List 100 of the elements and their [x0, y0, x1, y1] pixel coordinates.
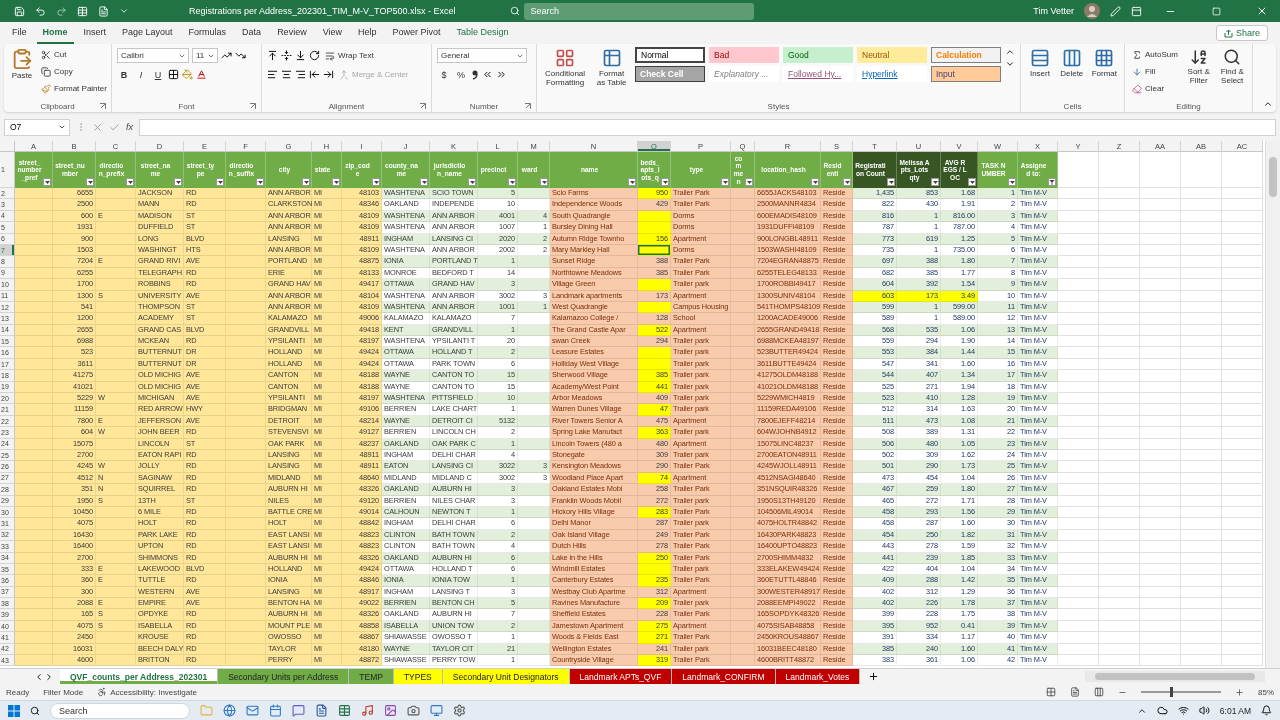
music-icon[interactable] [361, 704, 374, 717]
cells-button[interactable]: Format [1089, 47, 1119, 79]
align-right-icon[interactable] [295, 69, 306, 80]
sheet-tab[interactable]: Landmark_Votes [775, 669, 861, 684]
filter-button[interactable] [174, 178, 182, 186]
cells-button[interactable]: Delete [1057, 47, 1086, 79]
grow-font-icon[interactable] [221, 50, 232, 61]
italic-button[interactable]: I [134, 67, 148, 82]
underline-button[interactable]: U [151, 67, 165, 82]
filter-button[interactable] [86, 178, 94, 186]
cell-style-option[interactable]: Bad [709, 47, 779, 63]
shrink-font-icon[interactable] [235, 50, 246, 61]
sheet-tab[interactable]: Landmark APTs_QVF [569, 669, 673, 684]
sheet-tab[interactable]: Landmark_CONFIRM [672, 669, 776, 684]
ribbon-tab[interactable]: File [6, 22, 33, 44]
cell-style-option[interactable]: Input [931, 66, 1001, 82]
filter-button[interactable] [540, 178, 548, 186]
filter-button[interactable] [420, 178, 428, 186]
cells-button[interactable]: Insert [1026, 47, 1054, 79]
share-button[interactable]: Share [1215, 25, 1268, 41]
sheet-tab[interactable]: TEMP [349, 669, 394, 684]
redo-icon[interactable] [56, 5, 67, 17]
chevron-down-icon[interactable] [119, 6, 129, 16]
gear-icon[interactable] [453, 704, 466, 717]
cell-style-option[interactable]: Hyperlink [857, 66, 927, 82]
chevron-up-icon[interactable] [1005, 47, 1015, 57]
filter-button[interactable] [745, 178, 753, 186]
paste-button[interactable]: Paste [9, 47, 35, 81]
ribbon-display-icon[interactable] [1131, 5, 1142, 17]
ribbon-tab[interactable]: Help [352, 22, 383, 44]
zoom-thumb[interactable] [1169, 687, 1173, 697]
increase-indent-icon[interactable] [323, 69, 334, 80]
orientation-icon[interactable] [309, 50, 320, 61]
speaker-icon[interactable] [1198, 705, 1210, 716]
filter-button[interactable] [628, 178, 636, 186]
font-color-icon[interactable] [196, 69, 207, 80]
filter-button[interactable] [372, 178, 380, 186]
image-icon[interactable] [384, 704, 397, 717]
monitor-icon[interactable] [430, 704, 443, 717]
dialog-launcher-icon[interactable] [525, 103, 531, 109]
avatar-icon[interactable] [1084, 3, 1100, 19]
autosum-button[interactable]: AutoSum [1130, 47, 1180, 62]
undo-icon[interactable] [35, 5, 46, 17]
taskbar-search-field[interactable]: Search [50, 702, 190, 719]
chat-icon[interactable] [292, 704, 305, 717]
ribbon-tab[interactable]: Formulas [182, 22, 233, 44]
filter-button[interactable] [721, 178, 729, 186]
accessibility-status[interactable]: Accessibility: Investigate [110, 687, 197, 697]
align-middle-icon[interactable] [281, 50, 292, 61]
ribbon-tab[interactable]: Insert [77, 22, 113, 44]
formula-field[interactable] [139, 118, 1276, 136]
filter-button[interactable] [43, 178, 51, 186]
percent-button[interactable]: % [454, 67, 468, 82]
filter-button[interactable] [332, 178, 340, 186]
ribbon-tab[interactable]: Review [271, 22, 313, 44]
mail-icon[interactable] [246, 704, 259, 717]
ribbon-tab[interactable]: Power Pivot [386, 22, 447, 44]
align-bottom-icon[interactable] [295, 50, 306, 61]
wrap-text-button[interactable]: Wrap Text [323, 48, 376, 63]
format-painter-button[interactable]: Format Painter [39, 81, 109, 96]
start-icon[interactable] [8, 704, 20, 717]
insert-function-button[interactable]: fx [126, 122, 133, 132]
add-sheet-icon[interactable] [868, 671, 880, 682]
filter-button[interactable] [661, 178, 669, 186]
previous-sheet-icon[interactable] [34, 671, 44, 682]
filter-button[interactable] [1008, 178, 1016, 186]
calendar-icon[interactable] [269, 704, 282, 717]
copy-button[interactable]: Copy [39, 64, 109, 79]
dialog-launcher-icon[interactable] [100, 103, 106, 109]
filter-button[interactable] [968, 178, 976, 186]
name-box[interactable]: O7 [4, 118, 70, 136]
page-layout-icon[interactable] [1070, 687, 1080, 697]
filter-button[interactable] [811, 178, 819, 186]
double-chevron-right-icon[interactable] [496, 69, 507, 80]
align-left-icon[interactable] [267, 69, 278, 80]
double-chevron-left-icon[interactable] [482, 69, 493, 80]
align-top-icon[interactable] [267, 50, 278, 61]
format-as-table-button[interactable]: Format as Table [592, 47, 631, 88]
page-break-icon[interactable] [1094, 687, 1104, 697]
align-center-icon[interactable] [281, 69, 292, 80]
sheet-tab[interactable]: TYPES [393, 669, 443, 684]
font-size-field[interactable]: 11 [192, 48, 218, 63]
cut-button[interactable]: Cut [39, 47, 109, 62]
document-icon[interactable] [315, 704, 328, 717]
number-format-field[interactable]: General [437, 48, 527, 63]
chevron-down-icon[interactable] [1005, 59, 1015, 69]
filter-button[interactable] [126, 178, 134, 186]
clear-button[interactable]: Clear [1130, 81, 1180, 96]
sheet-tab[interactable]: Secondary Units per Address [218, 669, 350, 684]
next-sheet-icon[interactable] [44, 671, 54, 682]
filter-button[interactable] [508, 178, 516, 186]
wifi-icon[interactable] [1177, 705, 1189, 716]
horizontal-scrollbar[interactable] [1085, 671, 1265, 682]
filter-button[interactable] [1048, 178, 1056, 186]
sheet-tab[interactable]: QVF_counts_per Address_202301 [60, 669, 219, 684]
filter-button[interactable] [256, 178, 264, 186]
comma-icon[interactable] [471, 69, 479, 80]
search-field[interactable]: Search [524, 2, 755, 20]
cloud-icon[interactable] [1156, 705, 1168, 716]
spreadsheet-icon[interactable] [338, 704, 351, 717]
